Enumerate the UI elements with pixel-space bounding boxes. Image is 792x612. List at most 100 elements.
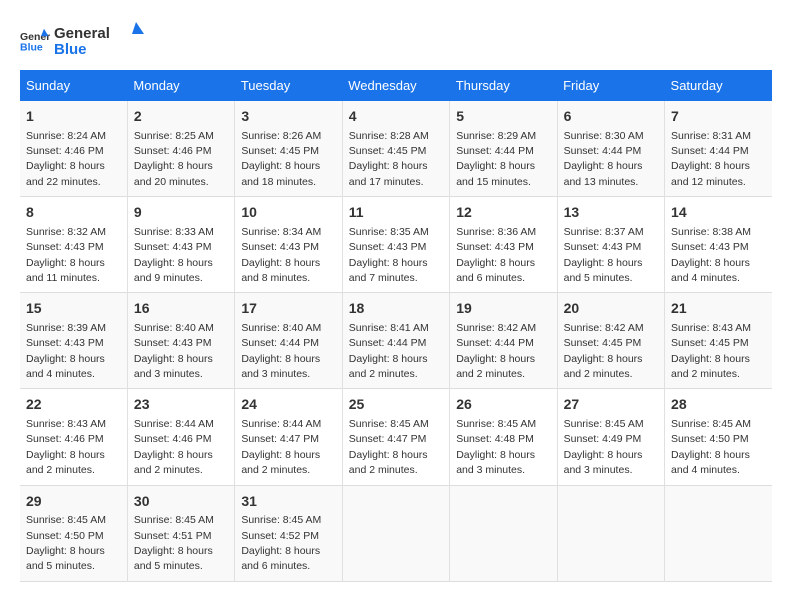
day-number: 15 [26, 299, 121, 319]
daylight-text: Daylight: 8 hours and 4 minutes. [671, 449, 750, 476]
day-number: 25 [349, 395, 443, 415]
day-number: 21 [671, 299, 766, 319]
day-number: 1 [26, 107, 121, 127]
day-number: 10 [241, 203, 335, 223]
day-cell: 15Sunrise: 8:39 AMSunset: 4:43 PMDayligh… [20, 293, 127, 389]
sunrise-text: Sunrise: 8:43 AM [671, 322, 751, 334]
sunset-text: Sunset: 4:47 PM [241, 433, 319, 445]
sunrise-text: Sunrise: 8:45 AM [456, 418, 536, 430]
day-cell: 20Sunrise: 8:42 AMSunset: 4:45 PMDayligh… [557, 293, 664, 389]
svg-text:Blue: Blue [20, 42, 43, 54]
logo: General Blue General Blue [20, 20, 144, 60]
day-cell: 30Sunrise: 8:45 AMSunset: 4:51 PMDayligh… [127, 485, 234, 581]
sunrise-text: Sunrise: 8:45 AM [671, 418, 751, 430]
day-number: 11 [349, 203, 443, 223]
sunset-text: Sunset: 4:44 PM [564, 145, 642, 157]
sunset-text: Sunset: 4:52 PM [241, 530, 319, 542]
sunset-text: Sunset: 4:43 PM [671, 241, 749, 253]
day-cell: 9Sunrise: 8:33 AMSunset: 4:43 PMDaylight… [127, 197, 234, 293]
daylight-text: Daylight: 8 hours and 22 minutes. [26, 160, 105, 187]
sunset-text: Sunset: 4:50 PM [671, 433, 749, 445]
sunset-text: Sunset: 4:43 PM [134, 241, 212, 253]
sunset-text: Sunset: 4:43 PM [26, 241, 104, 253]
calendar-table: SundayMondayTuesdayWednesdayThursdayFrid… [20, 70, 772, 582]
daylight-text: Daylight: 8 hours and 2 minutes. [456, 353, 535, 380]
week-row-5: 29Sunrise: 8:45 AMSunset: 4:50 PMDayligh… [20, 485, 772, 581]
sunset-text: Sunset: 4:43 PM [26, 337, 104, 349]
daylight-text: Daylight: 8 hours and 2 minutes. [241, 449, 320, 476]
sunset-text: Sunset: 4:44 PM [671, 145, 749, 157]
header-thursday: Thursday [450, 70, 557, 101]
sunset-text: Sunset: 4:44 PM [456, 337, 534, 349]
sunset-text: Sunset: 4:48 PM [456, 433, 534, 445]
sunrise-text: Sunrise: 8:42 AM [456, 322, 536, 334]
day-cell: 6 Sunrise: 8:30 AM Sunset: 4:44 PM Daylight… [557, 101, 664, 197]
daylight-text: Daylight: 8 hours and 2 minutes. [671, 353, 750, 380]
calendar-header-row: SundayMondayTuesdayWednesdayThursdayFrid… [20, 70, 772, 101]
daylight-text: Daylight: 8 hours and 2 minutes. [564, 353, 643, 380]
day-cell: 11Sunrise: 8:35 AMSunset: 4:43 PMDayligh… [342, 197, 449, 293]
sunrise-text: Sunrise: 8:26 AM [241, 130, 321, 142]
daylight-text: Daylight: 8 hours and 6 minutes. [456, 257, 535, 284]
sunrise-text: Sunrise: 8:40 AM [241, 322, 321, 334]
day-cell: 26Sunrise: 8:45 AMSunset: 4:48 PMDayligh… [450, 389, 557, 485]
day-number: 24 [241, 395, 335, 415]
week-row-4: 22Sunrise: 8:43 AMSunset: 4:46 PMDayligh… [20, 389, 772, 485]
header-saturday: Saturday [665, 70, 772, 101]
header-sunday: Sunday [20, 70, 127, 101]
daylight-text: Daylight: 8 hours and 17 minutes. [349, 160, 428, 187]
day-cell: 31Sunrise: 8:45 AMSunset: 4:52 PMDayligh… [235, 485, 342, 581]
day-number: 6 [564, 107, 658, 127]
day-number: 12 [456, 203, 550, 223]
sunrise-text: Sunrise: 8:44 AM [134, 418, 214, 430]
day-cell: 1Sunrise: 8:24 AMSunset: 4:46 PMDaylight… [20, 101, 127, 197]
sunrise-text: Sunrise: 8:41 AM [349, 322, 429, 334]
day-number: 29 [26, 492, 121, 512]
daylight-text: Daylight: 8 hours and 13 minutes. [564, 160, 643, 187]
header-friday: Friday [557, 70, 664, 101]
sunset-text: Sunset: 4:45 PM [564, 337, 642, 349]
day-number: 23 [134, 395, 228, 415]
header-wednesday: Wednesday [342, 70, 449, 101]
day-cell: 19Sunrise: 8:42 AMSunset: 4:44 PMDayligh… [450, 293, 557, 389]
day-number: 8 [26, 203, 121, 223]
week-row-3: 15 Sunrise: 8:39 AM Sunset: 4:43 PM Dayligh… [20, 293, 772, 389]
daylight-text: Daylight: 8 hours and 6 minutes. [241, 545, 320, 572]
daylight-text: Daylight: 8 hours and 3 minutes. [134, 353, 213, 380]
day-cell: 29Sunrise: 8:45 AMSunset: 4:50 PMDayligh… [20, 485, 127, 581]
sunset-text: Sunset: 4:43 PM [241, 241, 319, 253]
day-cell: 13Sunrise: 8:37 AMSunset: 4:43 PMDayligh… [557, 197, 664, 293]
sunrise-text: Sunrise: 8:29 AM [456, 130, 536, 142]
day-number: 22 [26, 395, 121, 415]
daylight-text: Daylight: 8 hours and 5 minutes. [134, 545, 213, 572]
daylight-text: Daylight: 8 hours and 15 minutes. [456, 160, 535, 187]
day-cell: 25Sunrise: 8:45 AMSunset: 4:47 PMDayligh… [342, 389, 449, 485]
sunrise-text: Sunrise: 8:39 AM [26, 322, 106, 334]
sunset-text: Sunset: 4:46 PM [26, 433, 104, 445]
daylight-text: Daylight: 8 hours and 5 minutes. [26, 545, 105, 572]
sunset-text: Sunset: 4:43 PM [564, 241, 642, 253]
daylight-text: Daylight: 8 hours and 4 minutes. [671, 257, 750, 284]
daylight-text: Daylight: 8 hours and 2 minutes. [26, 449, 105, 476]
day-number: 18 [349, 299, 443, 319]
sunrise-text: Sunrise: 8:28 AM [349, 130, 429, 142]
sunset-text: Sunset: 4:43 PM [349, 241, 427, 253]
svg-text:Blue: Blue [54, 41, 87, 58]
sunrise-text: Sunrise: 8:25 AM [134, 130, 214, 142]
sunset-text: Sunset: 4:44 PM [456, 145, 534, 157]
day-cell: 14Sunrise: 8:38 AMSunset: 4:43 PMDayligh… [665, 197, 772, 293]
sunrise-text: Sunrise: 8:38 AM [671, 226, 751, 238]
sunrise-text: Sunrise: 8:30 AM [564, 130, 644, 142]
sunset-text: Sunset: 4:49 PM [564, 433, 642, 445]
day-number: 3 [241, 107, 335, 127]
sunrise-text: Sunrise: 8:45 AM [26, 514, 106, 526]
day-number: 20 [564, 299, 658, 319]
day-cell: 10Sunrise: 8:34 AMSunset: 4:43 PMDayligh… [235, 197, 342, 293]
day-number: 26 [456, 395, 550, 415]
day-number: 17 [241, 299, 335, 319]
week-row-1: 1Sunrise: 8:24 AMSunset: 4:46 PMDaylight… [20, 101, 772, 197]
sunset-text: Sunset: 4:46 PM [26, 145, 104, 157]
day-number: 16 [134, 299, 228, 319]
sunrise-text: Sunrise: 8:35 AM [349, 226, 429, 238]
day-cell [557, 485, 664, 581]
